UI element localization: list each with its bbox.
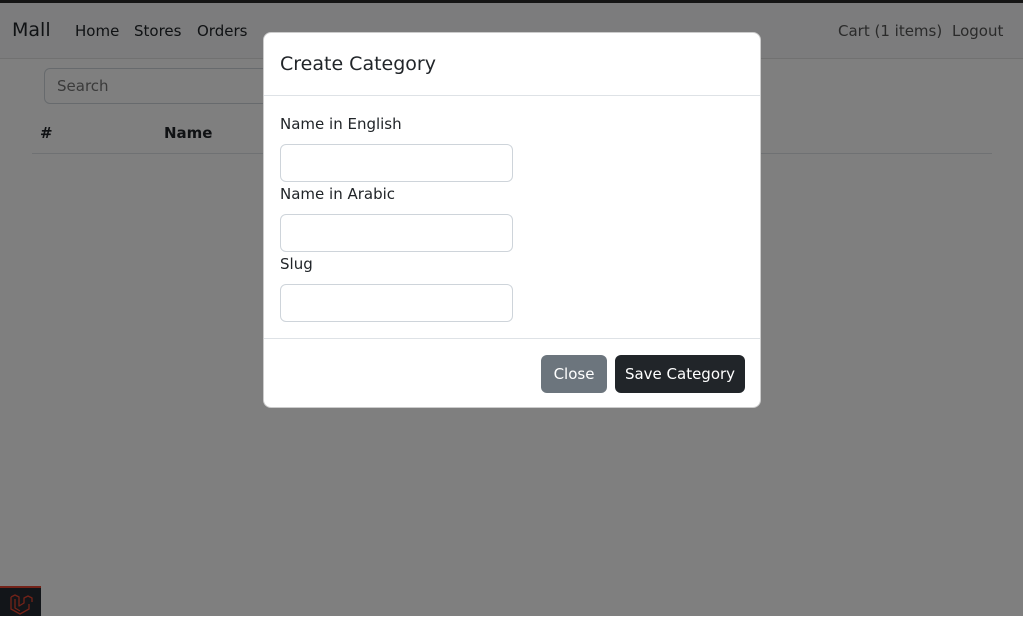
name-arabic-label: Name in Arabic: [280, 185, 396, 203]
modal-footer-divider: [264, 338, 760, 339]
slug-label: Slug: [280, 255, 313, 273]
name-arabic-input[interactable]: [280, 214, 513, 252]
close-button[interactable]: Close: [541, 355, 607, 393]
name-english-label: Name in English: [280, 115, 402, 133]
modal-header: Create Category: [264, 33, 760, 96]
name-english-input[interactable]: [280, 144, 513, 182]
create-category-modal: Create Category Name in English Name in …: [263, 32, 761, 408]
save-category-button[interactable]: Save Category: [615, 355, 745, 393]
modal-title: Create Category: [280, 53, 436, 75]
slug-input[interactable]: [280, 284, 513, 322]
